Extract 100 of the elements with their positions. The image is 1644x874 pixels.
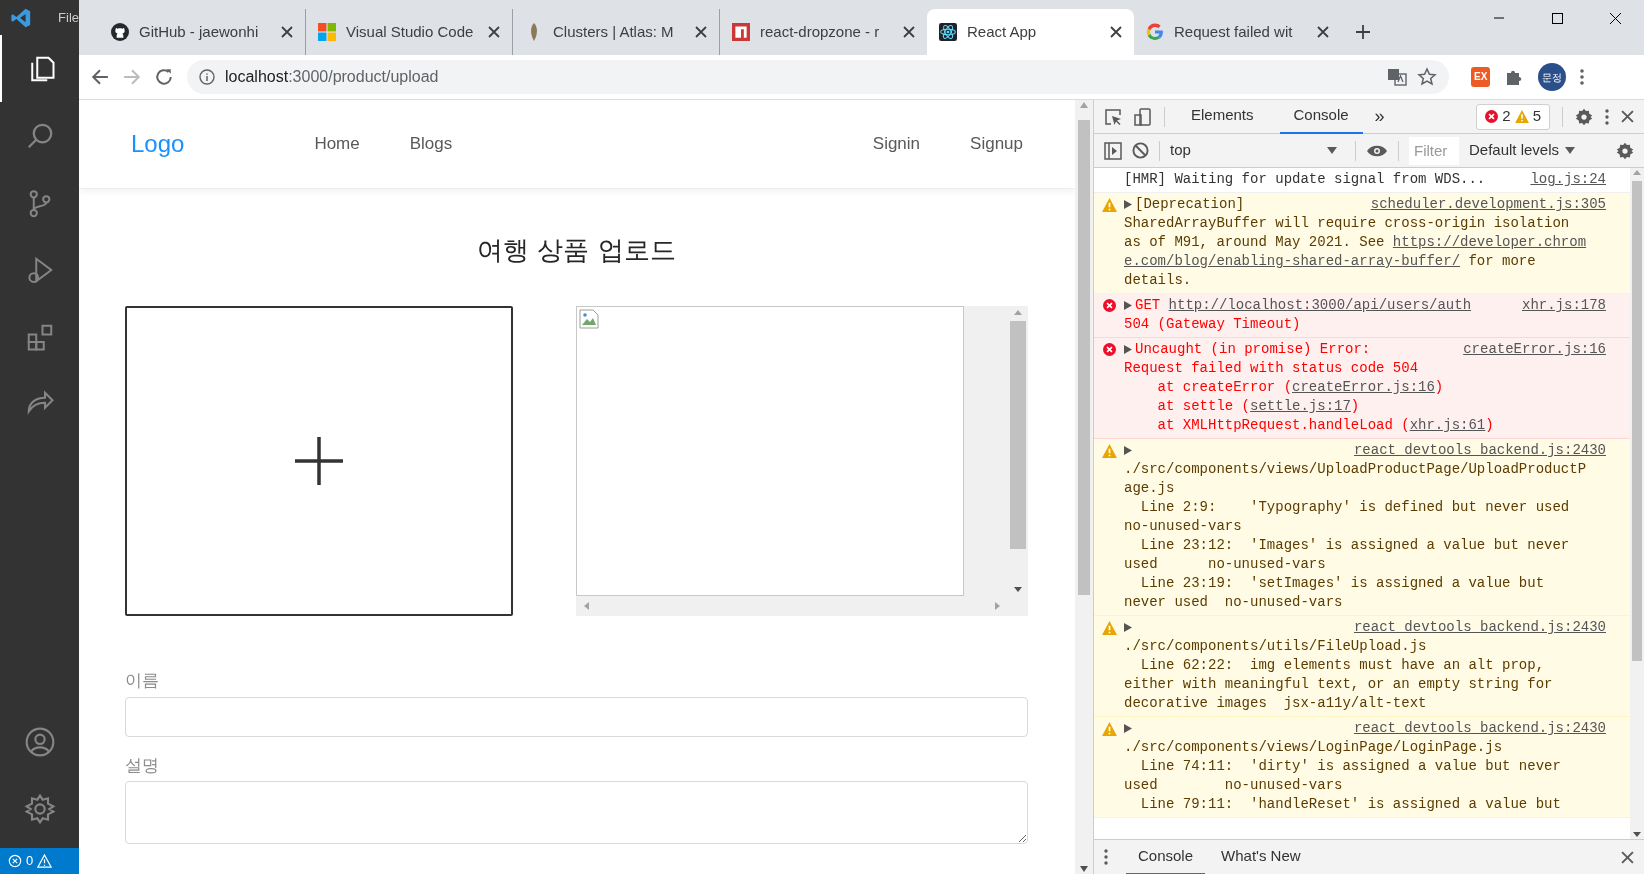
close-icon[interactable] xyxy=(695,26,707,38)
close-icon[interactable] xyxy=(281,26,293,38)
console-text: Line 2:9: 'Typography' is defined but never used xyxy=(1139,498,1570,517)
expand-triangle-icon[interactable] xyxy=(1124,623,1132,632)
close-icon[interactable] xyxy=(1110,26,1122,38)
scrollbar-thumb[interactable] xyxy=(1078,120,1090,595)
console-link[interactable]: e.com/blog/enabling-shared-array-buffer/ xyxy=(1124,252,1461,271)
console-link[interactable]: settle.js:17 xyxy=(1250,397,1351,416)
scroll-down-icon[interactable] xyxy=(1080,866,1088,872)
info-icon xyxy=(199,69,215,85)
browser-tab[interactable]: Request failed wit xyxy=(1134,9,1341,55)
clear-console-icon[interactable] xyxy=(1132,142,1149,159)
account-icon[interactable] xyxy=(23,725,56,758)
input-field[interactable] xyxy=(125,696,1028,737)
expand-triangle-icon[interactable] xyxy=(1124,724,1132,733)
scroll-down-icon[interactable] xyxy=(1014,587,1022,592)
more-icon[interactable] xyxy=(1104,849,1108,865)
source-link[interactable]: xhr.js:178 xyxy=(1522,296,1606,315)
console-text: Line 23:12: 'Images' is assigned a value but never xyxy=(1139,536,1570,555)
console-text: ./src/components/views/LoginPage/LoginPage.js xyxy=(1124,738,1503,757)
error-icon xyxy=(1485,110,1499,123)
field-label: 설명 xyxy=(125,753,160,777)
expand-triangle-icon[interactable] xyxy=(1124,301,1132,310)
warning-icon xyxy=(37,854,53,868)
scroll-down-icon[interactable] xyxy=(1633,832,1641,837)
textarea-field[interactable] xyxy=(125,781,1028,844)
sidebar-icon[interactable] xyxy=(1104,141,1122,160)
star-icon[interactable] xyxy=(1417,67,1437,87)
error-icon xyxy=(8,854,22,868)
expand-triangle-icon[interactable] xyxy=(1124,200,1132,209)
browser-tab[interactable]: React App xyxy=(927,9,1134,55)
console-text: [Deprecation] xyxy=(1135,195,1245,214)
close-icon[interactable] xyxy=(903,26,915,38)
expand-triangle-icon[interactable] xyxy=(1124,345,1132,354)
nav-link[interactable]: Home xyxy=(314,131,360,157)
filter-field[interactable]: Filter xyxy=(1409,136,1459,165)
dropzone[interactable] xyxy=(125,306,513,616)
scrollbar-thumb[interactable] xyxy=(1632,181,1642,661)
expand-triangle-icon[interactable] xyxy=(1124,446,1132,455)
menu-icon[interactable] xyxy=(1580,69,1585,85)
levels-dropdown[interactable]: Default levels xyxy=(1469,139,1576,162)
devtools-tab[interactable]: Elements xyxy=(1177,99,1268,134)
source-link[interactable]: log.js:24 xyxy=(1530,170,1606,189)
source-link[interactable]: react_devtools_backend.js:2430 xyxy=(1353,719,1606,738)
source-link[interactable]: react_devtools_backend.js:2430 xyxy=(1353,618,1606,637)
console-link[interactable]: xhr.js:61 xyxy=(1409,416,1486,435)
console-text: as of M91, around May 2021. See xyxy=(1124,233,1386,252)
broken-image-icon xyxy=(579,309,599,329)
eye-icon[interactable] xyxy=(1366,143,1388,158)
drawer-tab[interactable]: Console xyxy=(1126,839,1206,874)
more-icon[interactable] xyxy=(1605,108,1609,125)
console-link[interactable]: http://localhost:3000/api/users/auth xyxy=(1168,296,1472,315)
scrollbar-thumb[interactable] xyxy=(1010,321,1026,549)
console-text: at settle ( xyxy=(1156,397,1251,416)
nav-link[interactable]: Signup xyxy=(970,131,1023,157)
console-text: ) xyxy=(1434,378,1444,397)
address-bar[interactable]: localhost:3000/product/upload xyxy=(187,60,1449,94)
source-link[interactable]: scheduler.development.js:305 xyxy=(1370,195,1606,214)
maximize-icon[interactable] xyxy=(1551,12,1563,24)
settings-icon[interactable] xyxy=(1575,107,1593,126)
close-icon[interactable] xyxy=(1621,110,1634,123)
reload-icon[interactable] xyxy=(155,68,173,86)
page-title: 여행 상품 업로드 xyxy=(477,234,676,267)
device-icon[interactable] xyxy=(1134,107,1152,126)
warning-icon xyxy=(1101,444,1117,458)
more-tabs-button[interactable]: » xyxy=(1374,103,1385,130)
settings-icon[interactable] xyxy=(1616,141,1634,160)
new-tab-icon[interactable] xyxy=(1355,24,1371,40)
drawer-tab[interactable]: What's New xyxy=(1209,839,1313,874)
console-link[interactable]: createError.js:16 xyxy=(1292,378,1435,397)
menu-label[interactable]: File xyxy=(58,7,79,28)
inspect-icon[interactable] xyxy=(1104,107,1122,126)
console-text: 504 (Gateway Timeout) xyxy=(1124,315,1301,334)
console-text: age.js xyxy=(1124,479,1175,498)
translate-icon[interactable] xyxy=(1387,67,1407,87)
console-text: Request failed with status code 504 xyxy=(1124,359,1419,378)
issues-badge[interactable]: 2 5 xyxy=(1476,103,1550,130)
profile-avatar[interactable]: 문정 xyxy=(1538,63,1567,91)
close-icon[interactable] xyxy=(1621,850,1634,864)
close-icon[interactable] xyxy=(1609,12,1621,24)
context-dropdown[interactable]: top xyxy=(1170,139,1345,162)
error-count[interactable]: 0 xyxy=(26,851,34,871)
browser-tab[interactable]: react-dropzone - r xyxy=(720,9,927,55)
warning-icon xyxy=(1101,722,1117,736)
close-icon[interactable] xyxy=(488,26,500,38)
nav-link[interactable]: Signin xyxy=(872,131,921,157)
console-text: never used no-unused-vars xyxy=(1124,593,1343,612)
field-label: 이름 xyxy=(125,669,160,692)
error-icon xyxy=(1102,343,1116,356)
console-text: Line 62:22: img elements must have an alt prop, xyxy=(1139,656,1545,675)
back-icon[interactable] xyxy=(91,68,109,86)
settings-icon[interactable] xyxy=(23,792,56,825)
console-text: Uncaught (in promise) Error: xyxy=(1135,340,1371,359)
source-link[interactable]: react_devtools_backend.js:2430 xyxy=(1353,441,1606,460)
nav-link[interactable]: Blogs xyxy=(409,131,453,157)
source-link[interactable]: createError.js:16 xyxy=(1463,340,1606,359)
console-text: ./src/components/utils/FileUpload.js xyxy=(1124,637,1427,656)
close-icon[interactable] xyxy=(1317,26,1329,38)
console-link[interactable]: https://developer.chrom xyxy=(1392,233,1587,252)
console-text: [HMR] Waiting for update signal from WDS... xyxy=(1124,170,1486,189)
